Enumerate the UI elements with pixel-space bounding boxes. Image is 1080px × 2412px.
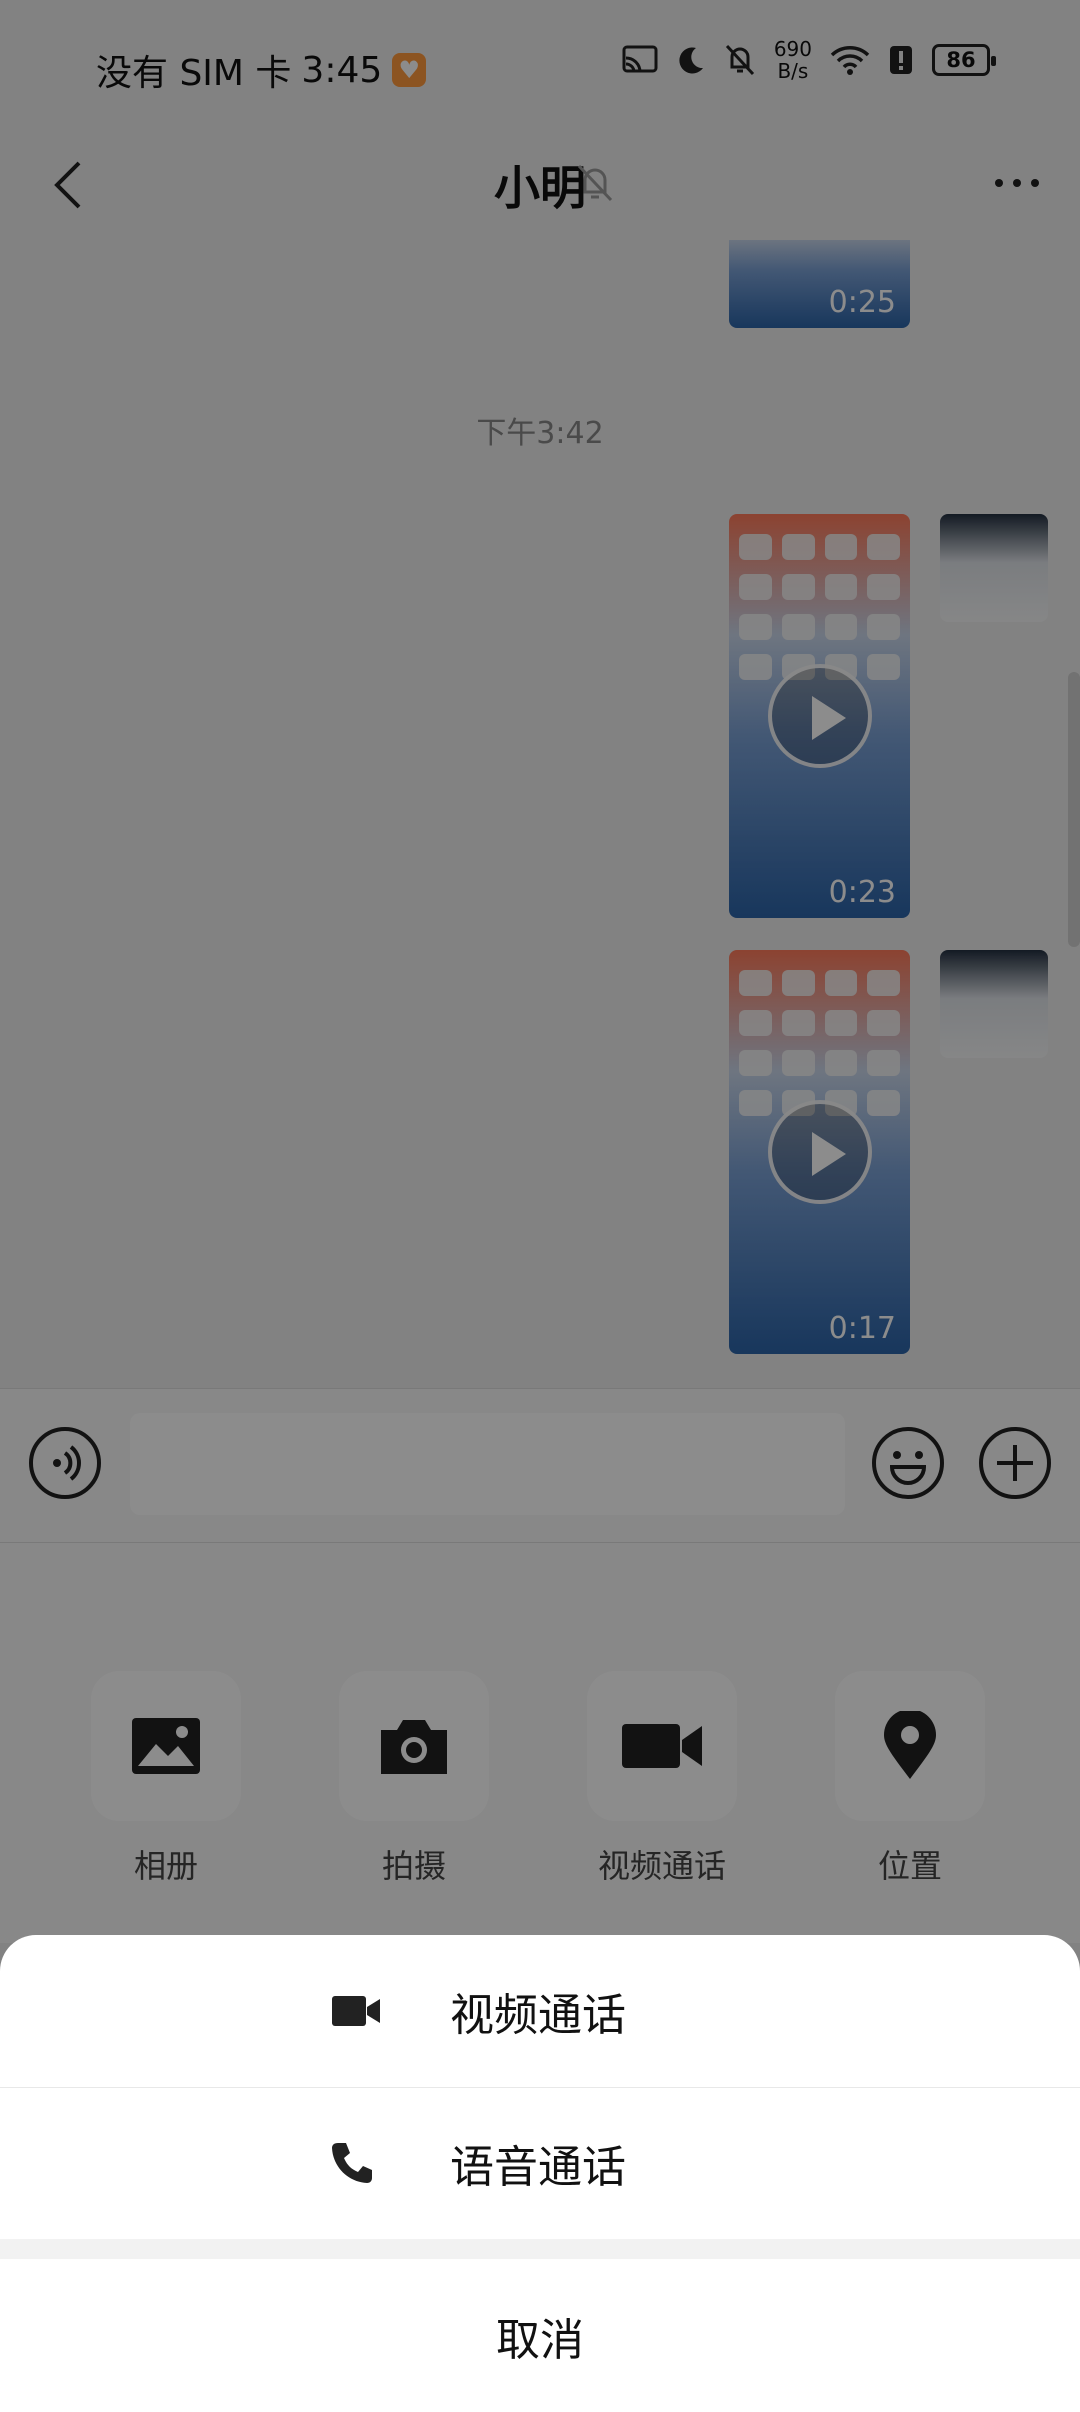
video-camera-icon	[332, 1996, 380, 2026]
sheet-separator	[0, 2239, 1080, 2259]
voice-call-option[interactable]: 语音通话	[0, 2087, 1080, 2239]
call-options-sheet: 视频通话 语音通话 取消	[0, 1935, 1080, 2412]
phone-icon	[332, 2143, 372, 2183]
cancel-button[interactable]: 取消	[0, 2259, 1080, 2412]
option-label: 语音通话	[450, 2142, 626, 2193]
option-label: 视频通话	[450, 1990, 626, 2041]
video-call-option[interactable]: 视频通话	[0, 1935, 1080, 2087]
